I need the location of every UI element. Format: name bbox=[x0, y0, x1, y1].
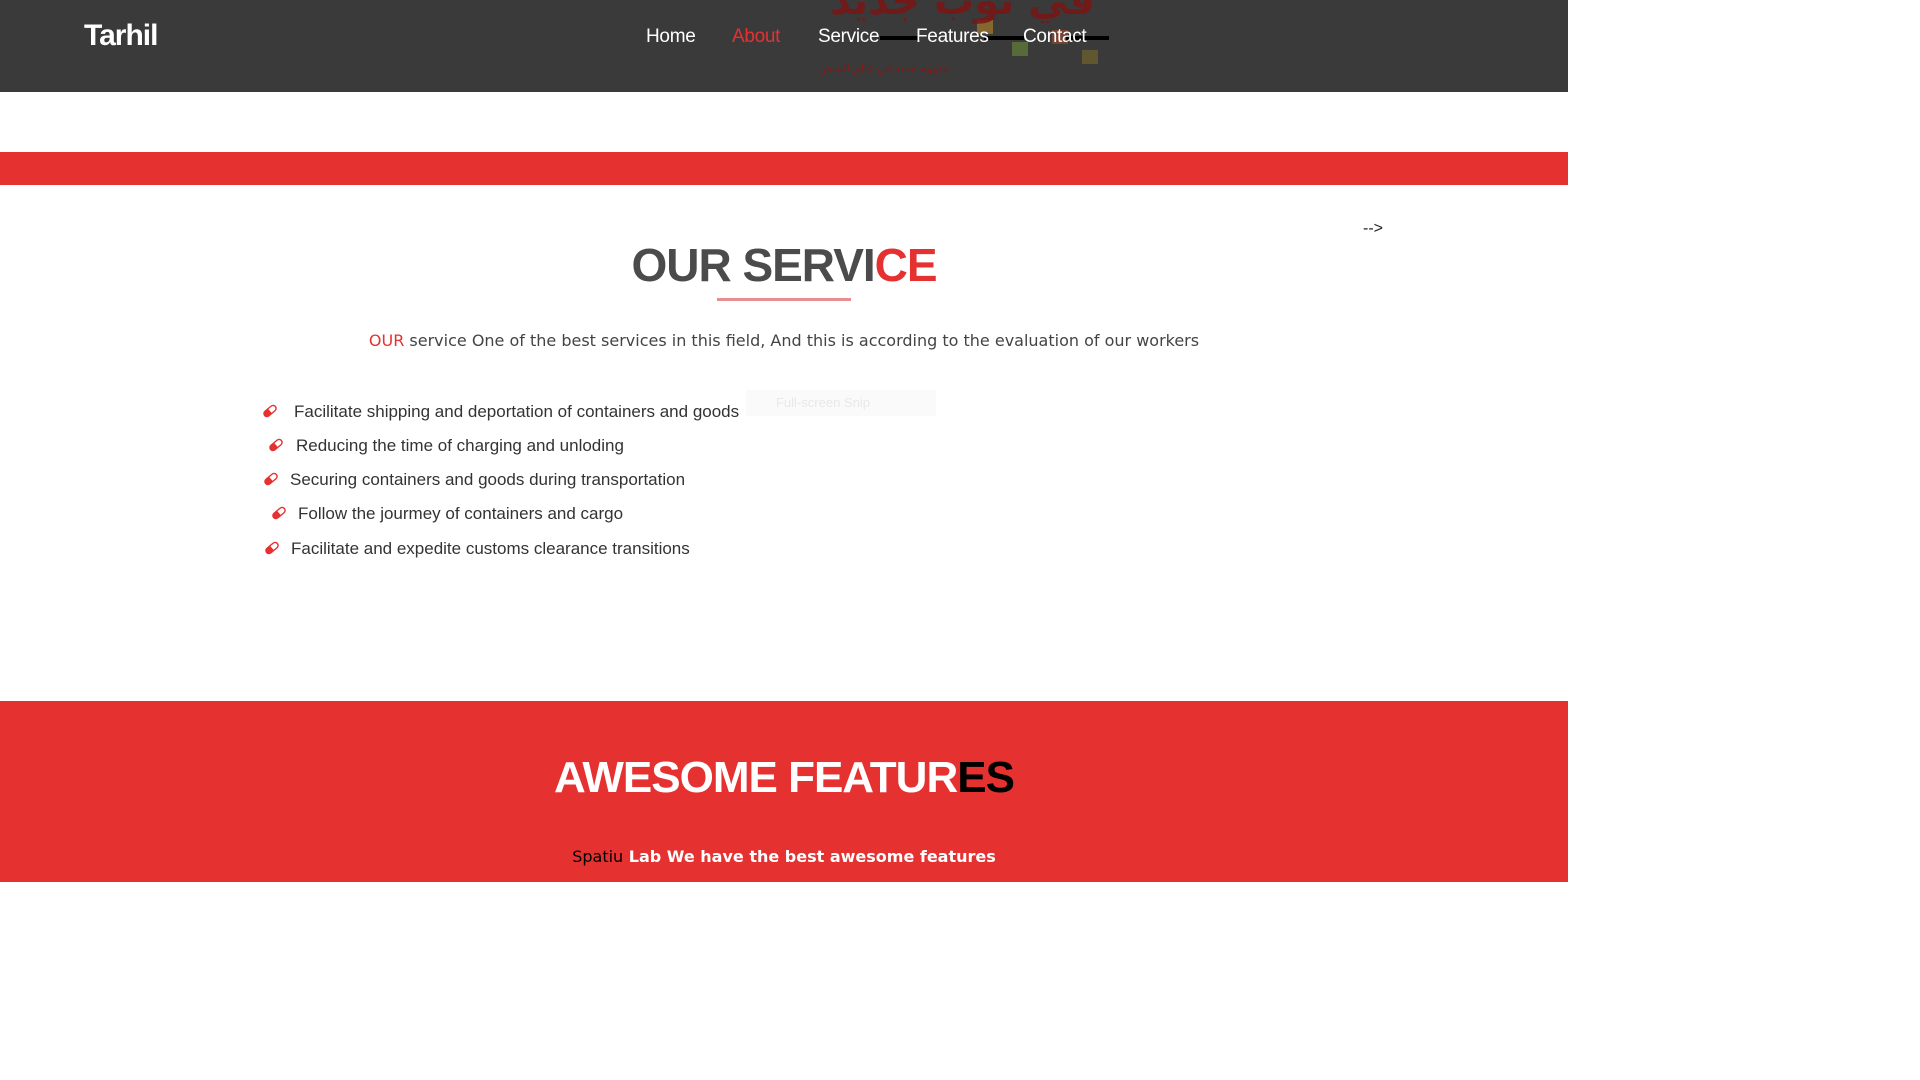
top-navbar: في ثوب جديد مفهوم جديد في عالم الشحن Tar… bbox=[0, 0, 1568, 92]
nav-contact[interactable]: Contact bbox=[1023, 26, 1087, 48]
cube-icon bbox=[1082, 50, 1098, 64]
stray-comment-text: --> bbox=[1363, 220, 1383, 237]
features-title-dark: ES bbox=[957, 753, 1015, 802]
service-subtitle-text: service One of the best services in this… bbox=[404, 331, 1200, 350]
list-item: Follow the jourmey of containers and car… bbox=[271, 504, 623, 524]
service-title: OUR SERVICE bbox=[0, 238, 1568, 292]
features-subtitle: Spatiu Lab We have the best awesome feat… bbox=[0, 847, 1568, 866]
red-divider-band bbox=[0, 152, 1568, 185]
hero-arabic-tagline: مفهوم جديد في عالم الشحن bbox=[818, 62, 950, 75]
service-item-text: Reducing the time of charging and unlodi… bbox=[296, 436, 624, 455]
list-item: Facilitate and expedite customs clearanc… bbox=[264, 539, 690, 559]
features-title-main: AWESOME FEATUR bbox=[554, 753, 958, 802]
nav-home[interactable]: Home bbox=[646, 26, 696, 48]
service-item-text: Follow the jourmey of containers and car… bbox=[298, 504, 624, 523]
service-title-accent: CE bbox=[874, 239, 938, 291]
service-title-underline bbox=[717, 298, 851, 301]
service-item-text: Facilitate and expedite customs clearanc… bbox=[291, 539, 690, 558]
service-item-text: Facilitate shipping and deportation of c… bbox=[294, 402, 740, 421]
nav-features[interactable]: Features bbox=[916, 26, 989, 48]
pill-icon bbox=[269, 438, 283, 452]
pill-icon bbox=[263, 404, 277, 418]
service-title-main: OUR SERVI bbox=[631, 239, 875, 291]
pill-icon bbox=[265, 541, 279, 555]
features-subtitle-dark: Spatiu bbox=[572, 847, 624, 866]
hero-arabic-heading: في ثوب جديد bbox=[830, 0, 1095, 24]
service-subtitle: OUR service One of the best services in … bbox=[0, 331, 1568, 350]
list-item: Securing containers and goods during tra… bbox=[263, 470, 685, 490]
features-subtitle-text: Lab We have the best awesome features bbox=[623, 847, 996, 866]
pill-icon bbox=[272, 506, 286, 520]
list-item: Facilitate shipping and deportation of c… bbox=[262, 402, 739, 422]
features-title: AWESOME FEATURES bbox=[0, 753, 1568, 803]
pill-icon bbox=[264, 472, 278, 486]
service-subtitle-accent: OUR bbox=[368, 331, 405, 350]
nav-underline-decoration bbox=[984, 36, 1024, 40]
nav-underline-decoration bbox=[880, 36, 920, 40]
snip-overlay-label: Full-screen Snip bbox=[746, 390, 936, 416]
service-item-text: Securing containers and goods during tra… bbox=[290, 470, 686, 489]
nav-service[interactable]: Service bbox=[818, 26, 880, 48]
features-section: AWESOME FEATURES Spatiu Lab We have the … bbox=[0, 701, 1568, 882]
nav-about[interactable]: About bbox=[732, 26, 780, 48]
site-logo[interactable]: Tarhil bbox=[84, 19, 158, 53]
list-item: Reducing the time of charging and unlodi… bbox=[268, 436, 624, 456]
